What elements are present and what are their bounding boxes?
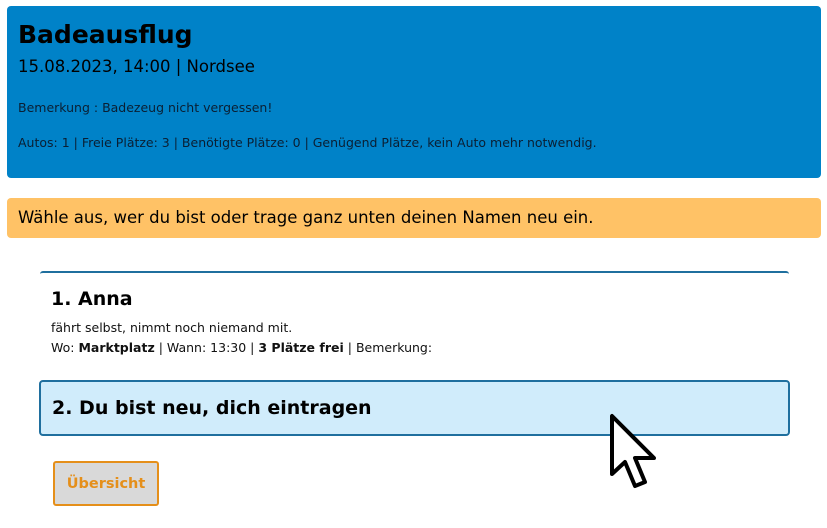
event-title: Badeausflug: [18, 20, 193, 49]
participant-status: fährt selbst, nimmt noch niemand mit.: [51, 320, 293, 335]
instruction-hint: Wähle aus, wer du bist oder trage ganz u…: [7, 198, 821, 238]
participant-title: 1. Anna: [51, 288, 133, 310]
event-header: Badeausflug 15.08.2023, 14:00 | Nordsee …: [7, 6, 821, 178]
participant-details: Wo: Marktplatz | Wann: 13:30 | 3 Plätze …: [51, 340, 433, 355]
overview-button[interactable]: Übersicht: [53, 461, 159, 506]
mouse-pointer-icon: [610, 414, 656, 488]
where-label: Wo:: [51, 340, 75, 355]
when-label: Wann:: [166, 340, 207, 355]
event-remark: Bemerkung : Badezeug nicht vergessen!: [18, 100, 273, 115]
participant-card-anna[interactable]: 1. Anna fährt selbst, nimmt noch niemand…: [40, 271, 789, 363]
where-value: Marktplatz: [78, 340, 155, 355]
when-value: 13:30: [210, 340, 247, 355]
free-seats: 3 Plätze frei: [258, 340, 344, 355]
remark-label: Bemerkung:: [355, 340, 433, 355]
event-datetime-location: 15.08.2023, 14:00 | Nordsee: [18, 57, 255, 76]
event-stats: Autos: 1 | Freie Plätze: 3 | Benötigte P…: [18, 135, 597, 150]
new-participant-entry[interactable]: 2. Du bist neu, dich eintragen: [39, 380, 790, 436]
